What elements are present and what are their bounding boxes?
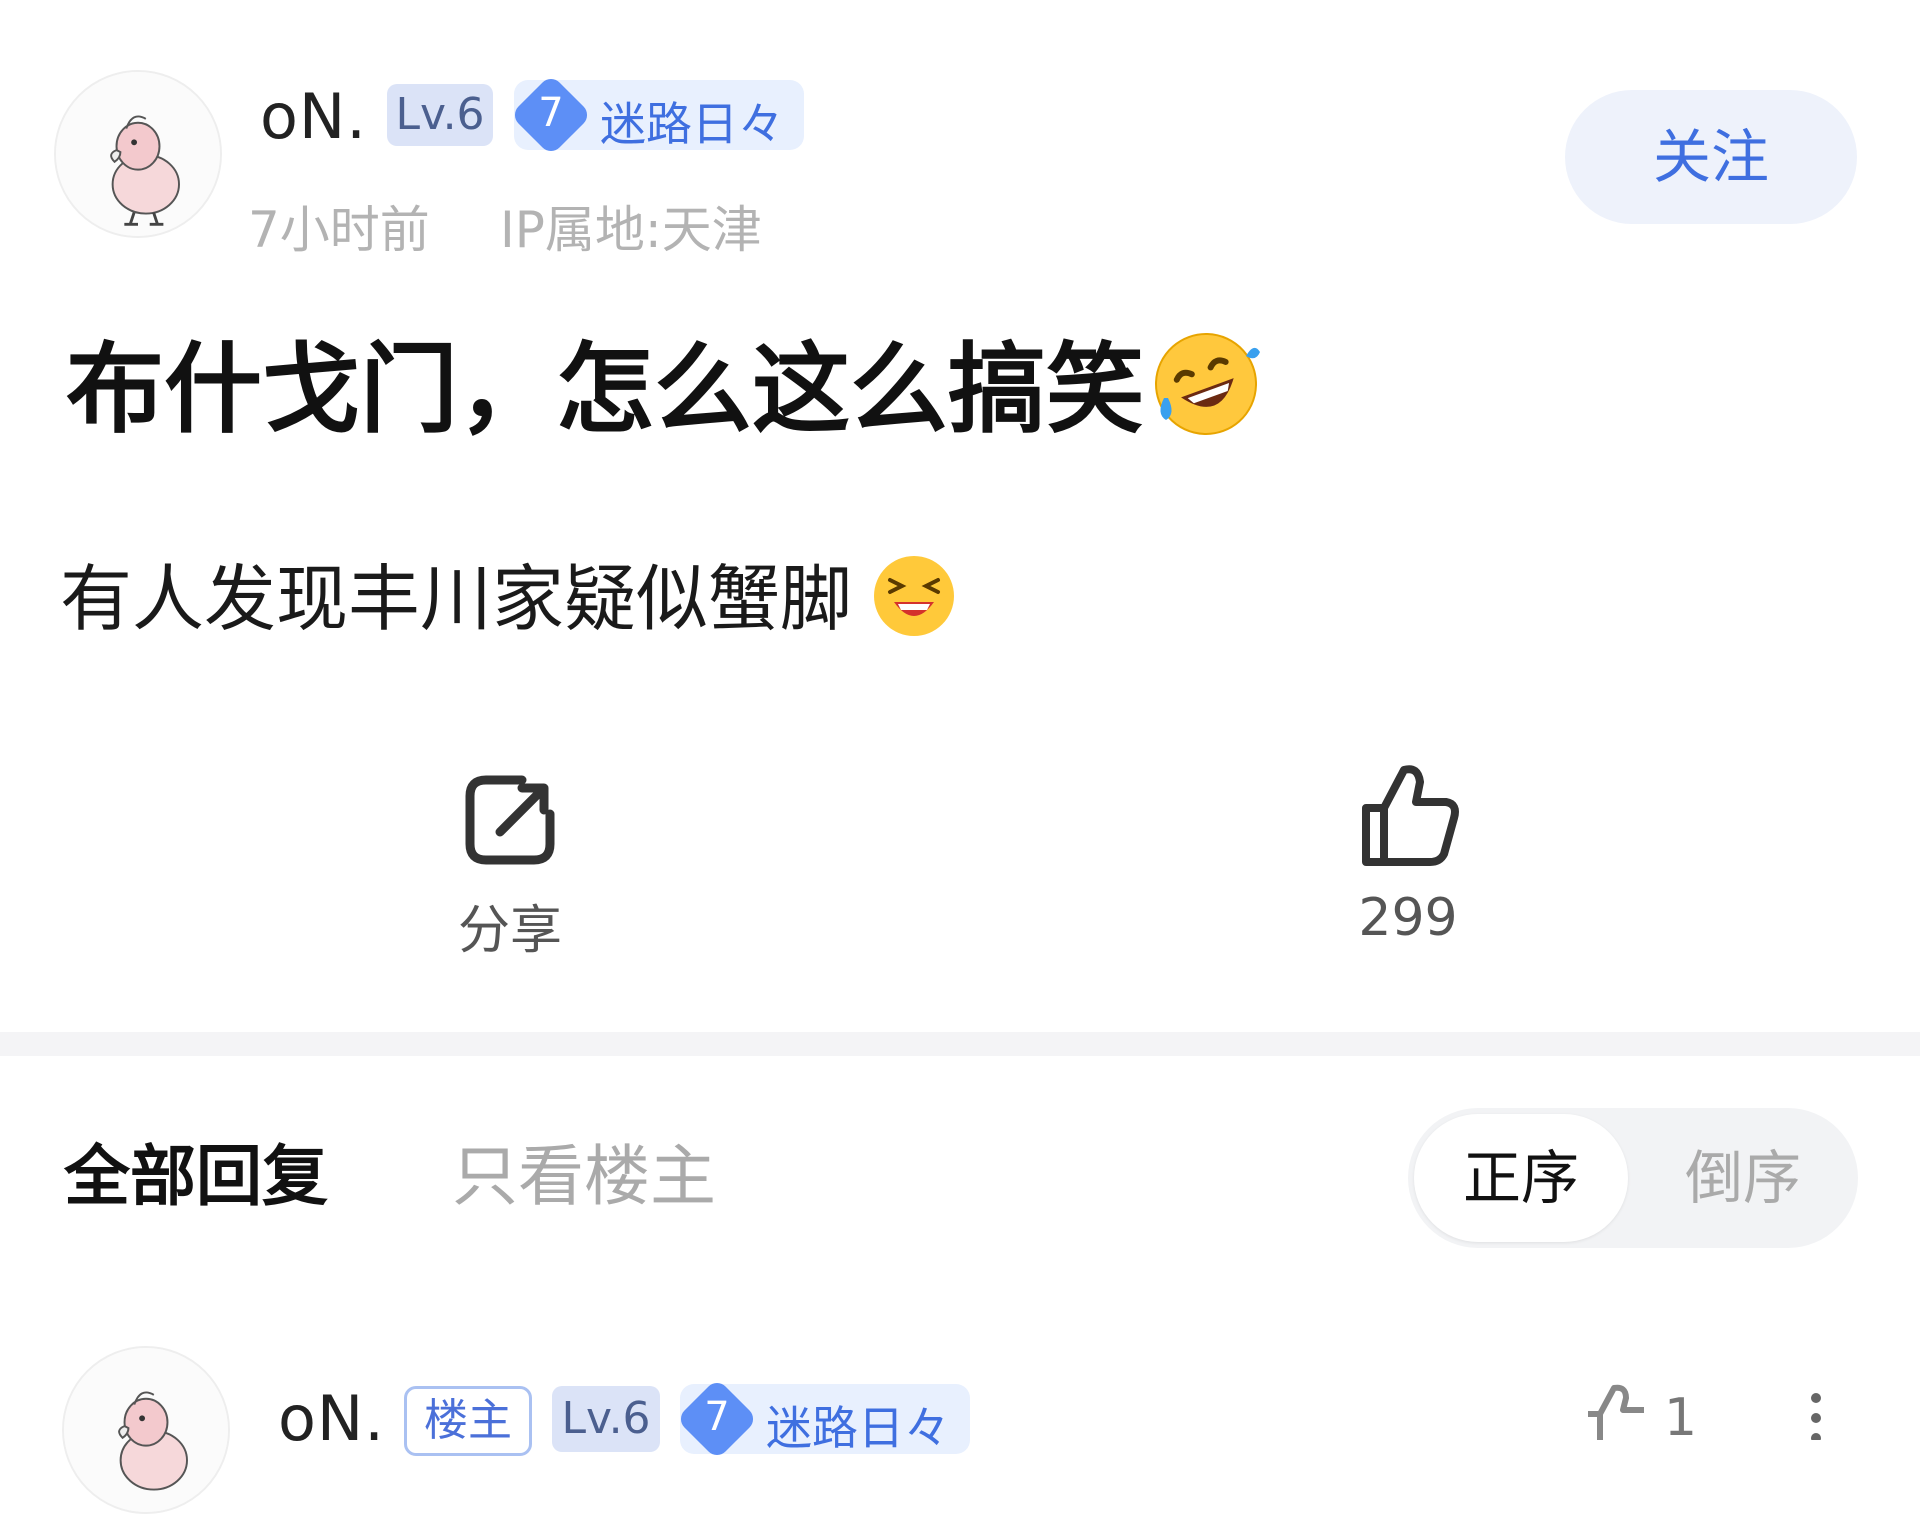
share-label: 分享 — [457, 901, 562, 961]
level-badge: Lv.6 — [387, 84, 493, 146]
section-divider — [0, 1032, 1920, 1056]
reply-level-badge: Lv.6 — [552, 1386, 660, 1452]
follow-button[interactable]: 关注 — [1565, 90, 1857, 224]
tag-level-number: 7 — [538, 90, 564, 136]
post-title-text: 布什戈门，怎么这么搞笑 — [66, 333, 1145, 447]
post-time: 7小时前 — [248, 201, 430, 259]
post-body-text: 有人发现丰川家疑似蟹脚 — [60, 557, 853, 641]
cockatoo-avatar-icon — [64, 1348, 228, 1512]
tag-name: 迷路日々 — [600, 97, 784, 151]
reply-fan-tag-badge[interactable]: 7 迷路日々 — [675, 1377, 970, 1461]
reply-author-avatar[interactable] — [62, 1346, 230, 1514]
post-body: 有人发现丰川家疑似蟹脚 — [60, 540, 956, 655]
reply-thumbs-up-icon[interactable] — [1584, 1384, 1654, 1440]
share-icon — [465, 775, 555, 865]
sort-ascending-button[interactable]: 正序 — [1414, 1114, 1628, 1242]
thumbs-up-icon — [1362, 765, 1459, 866]
more-options-icon[interactable] — [1806, 1392, 1826, 1440]
tag-name: 迷路日々 — [766, 1401, 950, 1455]
sort-descending-button[interactable]: 倒序 — [1636, 1114, 1850, 1242]
author-avatar[interactable] — [54, 70, 222, 238]
thread-owner-badge: 楼主 — [404, 1386, 532, 1456]
cockatoo-avatar-icon — [56, 72, 220, 236]
post-title: 布什戈门，怎么这么搞笑 — [66, 310, 1262, 464]
reply-author-name[interactable]: oN. — [278, 1382, 385, 1455]
reply-like-count: 1 — [1664, 1388, 1698, 1448]
rofl-emoji-icon — [1150, 328, 1262, 464]
tab-all-replies[interactable]: 全部回复 — [64, 1123, 328, 1219]
laughing-emoji-icon — [872, 554, 956, 655]
post-ip-location: IP属地:天津 — [500, 201, 762, 259]
like-action[interactable]: 299 — [1308, 762, 1508, 952]
fan-tag-badge[interactable]: 7 迷路日々 — [509, 73, 804, 157]
tab-owner-only[interactable]: 只看楼主 — [452, 1123, 716, 1219]
author-name[interactable]: oN. — [260, 80, 367, 153]
like-count: 299 — [1358, 888, 1458, 948]
tag-level-number: 7 — [704, 1394, 730, 1440]
share-action[interactable]: 分享 — [410, 770, 610, 961]
sort-toggle: 正序 倒序 — [1408, 1108, 1858, 1248]
